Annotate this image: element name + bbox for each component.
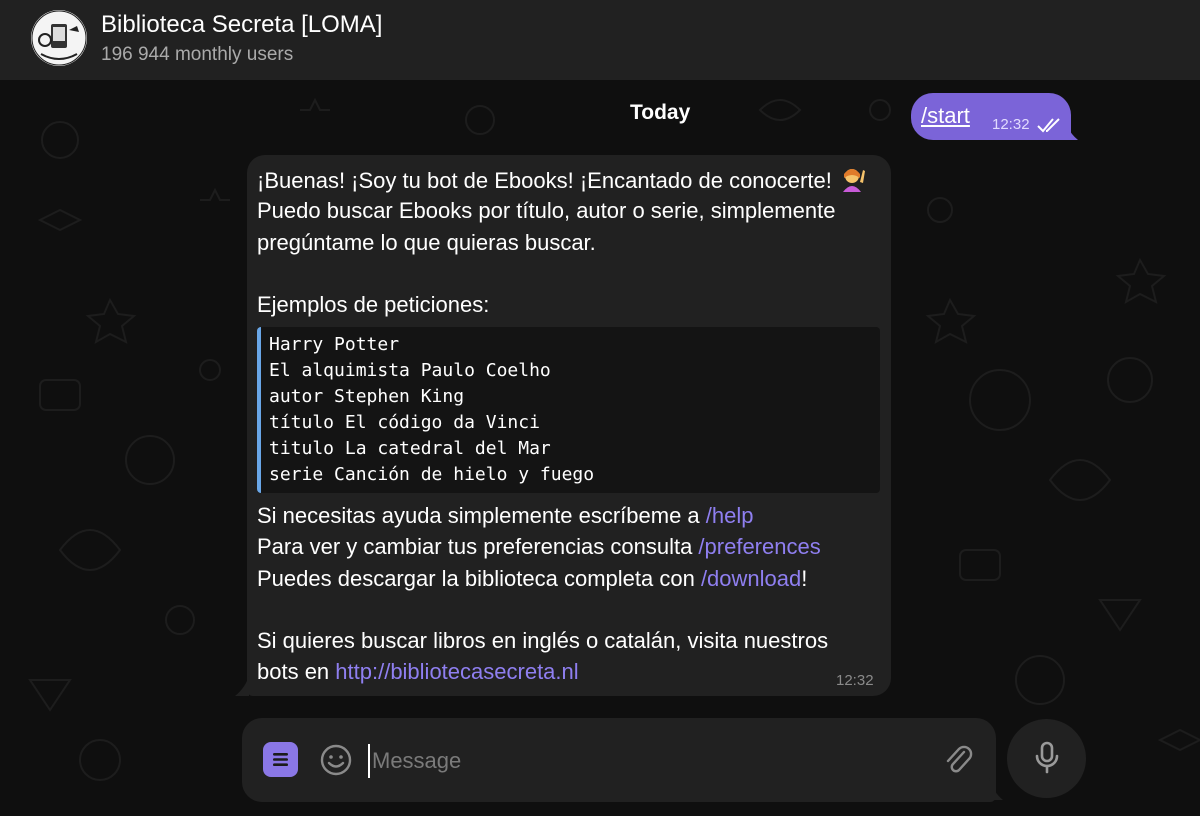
bot-avatar-icon[interactable] xyxy=(31,10,87,66)
message-line: Puedo buscar Ebooks por título, autor o … xyxy=(257,198,836,224)
code-line: El alquimista Paulo Coelho xyxy=(269,360,551,382)
microphone-icon xyxy=(1035,741,1059,774)
chat-subtitle: 196 944 monthly users xyxy=(101,44,294,65)
voice-record-button[interactable] xyxy=(1007,719,1086,798)
message-line: Si necesitas ayuda simplemente escríbeme… xyxy=(257,503,754,528)
message-line: ¡Buenas! ¡Soy tu bot de Ebooks! ¡Encanta… xyxy=(257,164,877,195)
composer-tail xyxy=(989,778,1003,800)
message-line xyxy=(257,594,877,625)
paperclip-attach-icon[interactable] xyxy=(940,742,976,778)
double-check-icon xyxy=(1037,118,1060,133)
message-input[interactable] xyxy=(368,744,932,778)
message-line xyxy=(257,258,877,289)
code-line: titulo La catedral del Mar xyxy=(269,438,551,460)
incoming-message-time: 12:32 xyxy=(836,672,874,689)
menu-icon xyxy=(273,753,288,766)
incoming-message-text-footer: Si necesitas ayuda simplemente escríbeme… xyxy=(257,500,877,688)
incoming-bubble-tail xyxy=(235,676,249,696)
message-line: Ejemplos de peticiones: xyxy=(257,292,490,318)
outgoing-message-time: 12:32 xyxy=(992,116,1030,133)
start-command-link[interactable]: /start xyxy=(921,102,970,130)
message-line: pregúntame lo que quieras buscar. xyxy=(257,229,596,255)
date-separator: Today xyxy=(630,101,691,124)
code-line: título El código da Vinci xyxy=(269,412,540,434)
incoming-message-text: ¡Buenas! ¡Soy tu bot de Ebooks! ¡Encanta… xyxy=(257,164,877,320)
preferences-command-link[interactable]: /preferences xyxy=(698,534,820,559)
message-line: Si quieres buscar libros en inglés o cat… xyxy=(257,628,829,654)
help-command-link[interactable]: /help xyxy=(706,503,754,528)
chat-title: Biblioteca Secreta [LOMA] xyxy=(101,11,383,38)
code-line: Harry Potter xyxy=(269,334,400,355)
request-examples-code-block[interactable]: Harry Potter El alquimista Paulo Coelho … xyxy=(257,327,880,493)
code-line: serie Canción de hielo y fuego xyxy=(269,464,595,486)
message-line: Puedes descargar la biblioteca completa … xyxy=(257,565,808,591)
person-raising-hand-icon xyxy=(838,164,866,200)
message-line: Para ver y cambiar tus preferencias cons… xyxy=(257,534,821,560)
chat-header[interactable]: Biblioteca Secreta [LOMA] 196 944 monthl… xyxy=(0,0,1200,80)
download-command-link[interactable]: /download xyxy=(701,566,801,591)
message-line: bots en http://bibliotecasecreta.nl xyxy=(257,659,579,685)
website-link[interactable]: http://bibliotecasecreta.nl xyxy=(335,659,578,684)
bot-menu-button[interactable] xyxy=(263,742,298,777)
outgoing-bubble-tail xyxy=(1064,118,1078,140)
code-line: autor Stephen King xyxy=(269,386,465,408)
emoji-smile-icon[interactable] xyxy=(318,742,354,778)
